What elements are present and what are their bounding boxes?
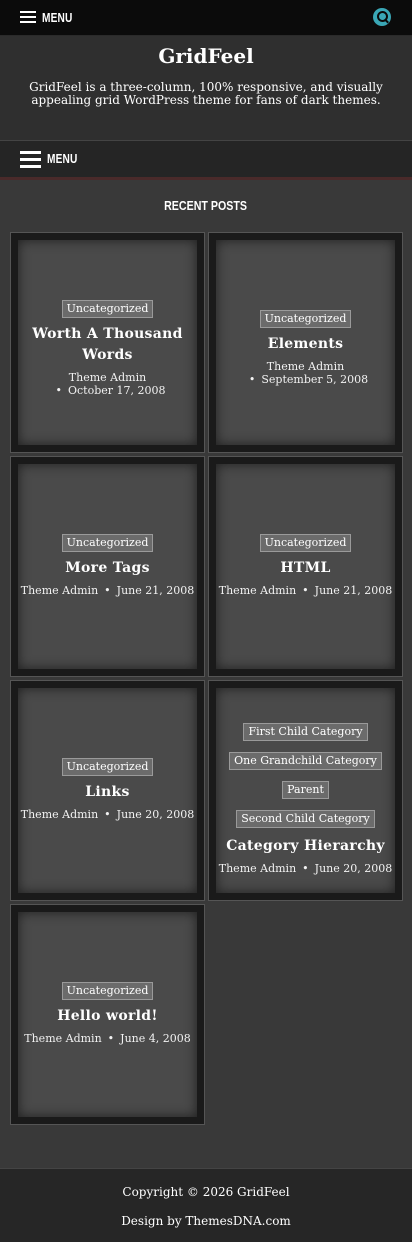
- primary-navigation: MENU: [0, 140, 412, 180]
- post-meta: Theme Admin • June 4, 2008: [18, 1032, 197, 1045]
- post-meta: Theme Admin • June 21, 2008: [216, 584, 395, 597]
- post-date[interactable]: June 20, 2008: [315, 862, 393, 875]
- post-thumbnail[interactable]: Uncategorized Links Theme Admin • June 20, 2…: [18, 688, 197, 893]
- post-date[interactable]: September 5, 2008: [261, 373, 368, 386]
- post-author[interactable]: Theme Admin: [267, 360, 344, 373]
- hamburger-menu-icon[interactable]: [20, 151, 41, 168]
- post-author[interactable]: Theme Admin: [69, 371, 146, 384]
- post-date[interactable]: June 21, 2008: [117, 584, 195, 597]
- site-title[interactable]: GridFeel: [0, 44, 412, 68]
- meta-separator: •: [248, 373, 256, 386]
- meta-separator: •: [55, 384, 62, 397]
- post-title[interactable]: Elements: [226, 334, 385, 355]
- site-description: GridFeel is a three-column, 100% respons…: [29, 80, 383, 107]
- category-tag[interactable]: Uncategorized: [61, 758, 154, 776]
- post-card[interactable]: Uncategorized Elements Theme Admin • Septemb…: [208, 232, 403, 453]
- post-meta: Theme Admin • June 21, 2008: [18, 584, 197, 597]
- post-card[interactable]: Uncategorized Links Theme Admin • June 20, 2…: [10, 680, 205, 901]
- category-tag[interactable]: First Child Category: [243, 723, 368, 741]
- category-tag[interactable]: Parent: [282, 781, 329, 799]
- post-thumbnail[interactable]: Uncategorized HTML Theme Admin • June 21, 20…: [216, 464, 395, 669]
- category-tag[interactable]: Uncategorized: [61, 300, 154, 318]
- post-author[interactable]: Theme Admin: [219, 584, 296, 597]
- post-title[interactable]: More Tags: [28, 558, 187, 579]
- copyright-text: Copyright © 2026 GridFeel: [122, 1185, 290, 1199]
- post-title[interactable]: Links: [28, 782, 187, 803]
- site-header: GridFeel GridFeel is a three-column, 100…: [0, 36, 412, 140]
- meta-separator: •: [302, 862, 309, 875]
- post-meta: Theme Admin • October 17, 2008: [18, 371, 197, 397]
- post-thumbnail[interactable]: Uncategorized More Tags Theme Admin • June 2…: [18, 464, 197, 669]
- meta-separator: •: [107, 1032, 115, 1045]
- category-tag[interactable]: Uncategorized: [259, 534, 352, 552]
- post-title[interactable]: Hello world!: [28, 1006, 187, 1027]
- category-tag[interactable]: One Grandchild Category: [229, 752, 382, 770]
- post-meta: Theme Admin • September 5, 2008: [216, 360, 395, 386]
- post-author[interactable]: Theme Admin: [21, 584, 98, 597]
- section-title: RECENT POSTS: [164, 198, 248, 213]
- post-title[interactable]: Worth A Thousand Words: [28, 324, 187, 366]
- design-credit-link[interactable]: Design by ThemesDNA.com: [0, 1214, 412, 1228]
- post-date[interactable]: October 17, 2008: [68, 384, 166, 397]
- post-thumbnail[interactable]: Uncategorized Hello world! Theme Admin • Jun…: [18, 912, 197, 1117]
- post-card[interactable]: Uncategorized Worth A Thousand Words Theme…: [10, 232, 205, 453]
- post-date[interactable]: June 4, 2008: [120, 1032, 191, 1045]
- post-thumbnail[interactable]: Uncategorized Worth A Thousand Words Theme…: [18, 240, 197, 445]
- category-tag[interactable]: Uncategorized: [61, 982, 154, 1000]
- post-thumbnail[interactable]: First Child Category One Grandchild Categ…: [216, 688, 395, 893]
- post-author[interactable]: Theme Admin: [24, 1032, 101, 1045]
- post-author[interactable]: Theme Admin: [219, 862, 296, 875]
- post-card[interactable]: Uncategorized Hello world! Theme Admin • Jun…: [10, 904, 205, 1125]
- post-date[interactable]: June 20, 2008: [117, 808, 195, 821]
- meta-separator: •: [104, 584, 111, 597]
- post-title[interactable]: HTML: [226, 558, 385, 579]
- top-bar: MENU: [0, 0, 412, 36]
- post-meta: Theme Admin • June 20, 2008: [18, 808, 197, 821]
- post-meta: Theme Admin • June 20, 2008: [216, 862, 395, 875]
- meta-separator: •: [104, 808, 111, 821]
- post-date[interactable]: June 21, 2008: [315, 584, 393, 597]
- hamburger-menu-icon[interactable]: [20, 11, 36, 24]
- nav-menu-label[interactable]: MENU: [47, 151, 77, 166]
- category-tag[interactable]: Uncategorized: [61, 534, 154, 552]
- post-author[interactable]: Theme Admin: [21, 808, 98, 821]
- post-title[interactable]: Category Hierarchy: [226, 836, 385, 857]
- meta-separator: •: [302, 584, 309, 597]
- site-footer: Copyright © 2026 GridFeel Design by Them…: [0, 1168, 412, 1242]
- top-menu-label[interactable]: MENU: [42, 10, 72, 25]
- post-card[interactable]: Uncategorized More Tags Theme Admin • June 2…: [10, 456, 205, 677]
- search-icon[interactable]: [373, 8, 391, 26]
- post-card[interactable]: Uncategorized HTML Theme Admin • June 21, 20…: [208, 456, 403, 677]
- post-card[interactable]: First Child Category One Grandchild Categ…: [208, 680, 403, 901]
- category-tag[interactable]: Uncategorized: [259, 310, 352, 328]
- post-thumbnail[interactable]: Uncategorized Elements Theme Admin • Septemb…: [216, 240, 395, 445]
- category-tag[interactable]: Second Child Category: [236, 810, 375, 828]
